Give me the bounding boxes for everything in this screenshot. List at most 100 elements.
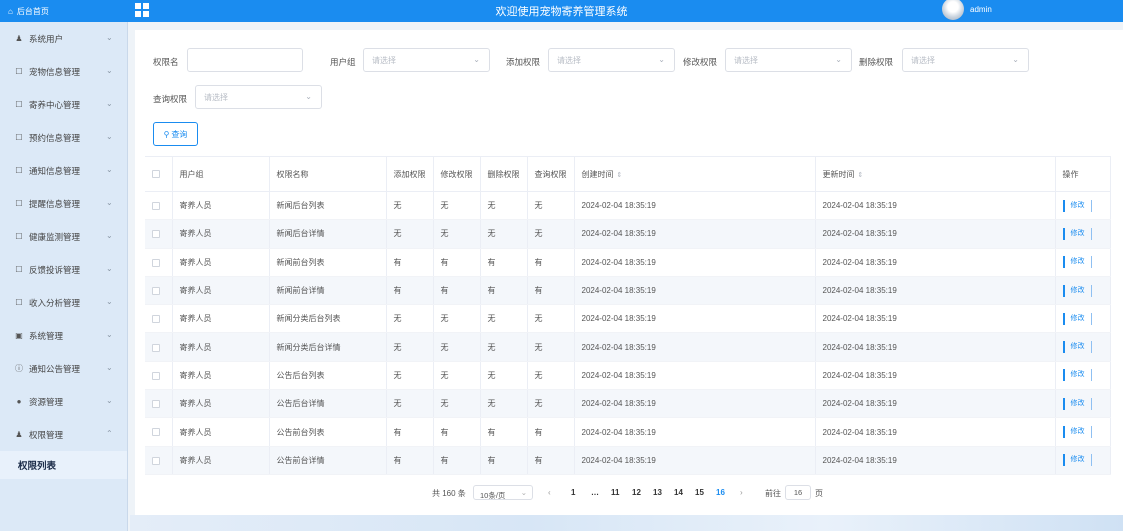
sidebar-item-health[interactable]: ☐ 健康监测管理 ⌄ bbox=[0, 220, 127, 253]
user-group-select[interactable]: 请选择 ⌄ bbox=[363, 48, 490, 72]
row-checkbox[interactable] bbox=[152, 258, 160, 267]
page-13[interactable]: 13 bbox=[653, 488, 662, 497]
edit-button[interactable]: 修改 bbox=[1062, 256, 1092, 269]
page-12[interactable]: 12 bbox=[632, 488, 641, 497]
edit-button[interactable]: 修改 bbox=[1062, 426, 1092, 439]
page-11[interactable]: 11 bbox=[611, 488, 619, 497]
pagination: 共 160 条 10条/页 ⌄ ‹ 1 … 11 12 13 14 15 16 ›… bbox=[135, 485, 1123, 501]
chevron-down-icon: ⌄ bbox=[473, 55, 480, 64]
cell-add: 无 bbox=[386, 361, 434, 391]
row-checkbox[interactable] bbox=[152, 315, 160, 324]
edit-button[interactable]: 修改 bbox=[1062, 312, 1092, 325]
chevron-down-icon: ⌄ bbox=[106, 396, 113, 405]
sidebar-item-reminder[interactable]: ☐ 提醒信息管理 ⌄ bbox=[0, 187, 127, 220]
edit-perm-select[interactable]: 请选择 ⌄ bbox=[725, 48, 852, 72]
prev-page-button[interactable]: ‹ bbox=[548, 488, 551, 497]
query-perm-select[interactable]: 请选择 ⌄ bbox=[195, 85, 322, 109]
sidebar: ♟ 系统用户 ⌄ ☐ 宠物信息管理 ⌄ ☐ 寄养中心管理 ⌄ ☐ 预约信息管理 ⌄ ☐ 通知信息管… bbox=[0, 22, 128, 531]
row-select-cell[interactable] bbox=[145, 389, 173, 419]
row-checkbox[interactable] bbox=[152, 202, 160, 211]
home-link[interactable]: ⌂ 后台首页 bbox=[0, 0, 128, 22]
page-ellipsis[interactable]: … bbox=[591, 488, 599, 497]
cell-delete: 有 bbox=[480, 417, 528, 447]
sort-icon[interactable]: ⇕ bbox=[858, 172, 864, 179]
cell-updated: 2024-02-04 18:35:19 bbox=[815, 304, 1056, 334]
row-checkbox[interactable] bbox=[152, 371, 160, 380]
col-created[interactable]: 创建时间 ⇕ bbox=[574, 156, 816, 192]
sidebar-item-booking[interactable]: ☐ 预约信息管理 ⌄ bbox=[0, 121, 127, 154]
row-checkbox[interactable] bbox=[152, 400, 160, 409]
goto-page-input[interactable]: 16 bbox=[785, 485, 811, 500]
sidebar-item-announcement[interactable]: ⓘ 通知公告管理 ⌄ bbox=[0, 352, 127, 385]
sidebar-item-center[interactable]: ☐ 寄养中心管理 ⌄ bbox=[0, 88, 127, 121]
select-placeholder: 请选择 bbox=[204, 92, 228, 102]
select-all-checkbox[interactable] bbox=[152, 170, 160, 179]
col-updated-label: 更新时间 bbox=[822, 169, 855, 179]
col-updated[interactable]: 更新时间 ⇕ bbox=[815, 156, 1056, 192]
edit-button[interactable]: 修改 bbox=[1062, 199, 1092, 212]
sidebar-item-resources[interactable]: ● 资源管理 ⌄ bbox=[0, 385, 127, 418]
chevron-down-icon: ⌄ bbox=[106, 330, 113, 339]
row-select-cell[interactable] bbox=[145, 219, 173, 249]
row-select-cell[interactable] bbox=[145, 248, 173, 277]
sidebar-item-permissions[interactable]: ♟ 权限管理 ⌃ bbox=[0, 418, 127, 451]
search-button[interactable]: ⚲ 查询 bbox=[153, 122, 198, 146]
row-checkbox[interactable] bbox=[152, 428, 160, 437]
avatar[interactable] bbox=[942, 0, 964, 20]
row-select-cell[interactable] bbox=[145, 304, 173, 334]
edit-button[interactable]: 修改 bbox=[1062, 369, 1092, 382]
cell-ops: 修改 bbox=[1055, 389, 1111, 419]
menu-toggle-icon[interactable] bbox=[135, 3, 149, 17]
page-size-value: 10条/页 bbox=[480, 491, 506, 500]
edit-button[interactable]: 修改 bbox=[1062, 227, 1092, 240]
sidebar-item-pet-info[interactable]: ☐ 宠物信息管理 ⌄ bbox=[0, 55, 127, 88]
table-row: 寄养人员 新闻后台列表无无无无 2024-02-04 18:35:19 2024-02… bbox=[145, 191, 1111, 221]
perm-name-input[interactable] bbox=[187, 48, 303, 72]
page-15[interactable]: 15 bbox=[695, 488, 704, 497]
document-icon: ☐ bbox=[15, 133, 23, 142]
row-select-cell[interactable] bbox=[145, 446, 173, 475]
row-select-cell[interactable] bbox=[145, 276, 173, 306]
add-perm-select[interactable]: 请选择 ⌄ bbox=[548, 48, 675, 72]
next-page-button[interactable]: › bbox=[740, 488, 743, 497]
row-select-cell[interactable] bbox=[145, 417, 173, 447]
row-select-cell[interactable] bbox=[145, 361, 173, 391]
row-checkbox[interactable] bbox=[152, 230, 160, 239]
sidebar-item-system[interactable]: ▣ 系统管理 ⌄ bbox=[0, 319, 127, 352]
cell-add: 无 bbox=[386, 191, 434, 221]
edit-button[interactable]: 修改 bbox=[1062, 341, 1092, 354]
page-size-select[interactable]: 10条/页 ⌄ bbox=[473, 485, 533, 500]
sort-icon[interactable]: ⇕ bbox=[617, 172, 623, 179]
select-all-cell[interactable] bbox=[145, 156, 173, 192]
cell-query: 有 bbox=[527, 446, 575, 475]
row-select-cell[interactable] bbox=[145, 332, 173, 362]
page-16-current[interactable]: 16 bbox=[716, 488, 725, 497]
chevron-down-icon: ⌄ bbox=[1012, 55, 1019, 64]
delete-perm-select[interactable]: 请选择 ⌄ bbox=[902, 48, 1029, 72]
decorative-wave bbox=[130, 515, 1123, 531]
row-checkbox[interactable] bbox=[152, 456, 160, 465]
sidebar-subitem-permission-list[interactable]: 权限列表 bbox=[0, 451, 127, 479]
search-icon: ⚲ bbox=[163, 129, 170, 139]
row-select-cell[interactable] bbox=[145, 191, 173, 221]
page-14[interactable]: 14 bbox=[674, 488, 683, 497]
page-1[interactable]: 1 bbox=[571, 488, 575, 497]
username[interactable]: admin bbox=[970, 5, 992, 14]
sidebar-item-feedback[interactable]: ☐ 反馈投诉管理 ⌄ bbox=[0, 253, 127, 286]
cell-delete: 无 bbox=[480, 361, 528, 391]
cell-edit: 无 bbox=[433, 219, 481, 249]
col-edit: 修改权限 bbox=[433, 156, 481, 192]
edit-button[interactable]: 修改 bbox=[1062, 284, 1092, 297]
cell-edit: 无 bbox=[433, 332, 481, 362]
edit-button[interactable]: 修改 bbox=[1062, 397, 1092, 410]
cell-delete: 无 bbox=[480, 304, 528, 334]
cell-perm-name: 公告后台详情 bbox=[269, 389, 387, 419]
edit-button[interactable]: 修改 bbox=[1062, 454, 1092, 467]
row-checkbox[interactable] bbox=[152, 286, 160, 295]
sidebar-item-income[interactable]: ☐ 收入分析管理 ⌄ bbox=[0, 286, 127, 319]
cell-delete: 无 bbox=[480, 219, 528, 249]
sidebar-item-notice-info[interactable]: ☐ 通知信息管理 ⌄ bbox=[0, 154, 127, 187]
row-checkbox[interactable] bbox=[152, 343, 160, 352]
sidebar-item-system-users[interactable]: ♟ 系统用户 ⌄ bbox=[0, 22, 127, 55]
add-perm-label: 添加权限 bbox=[506, 57, 541, 67]
